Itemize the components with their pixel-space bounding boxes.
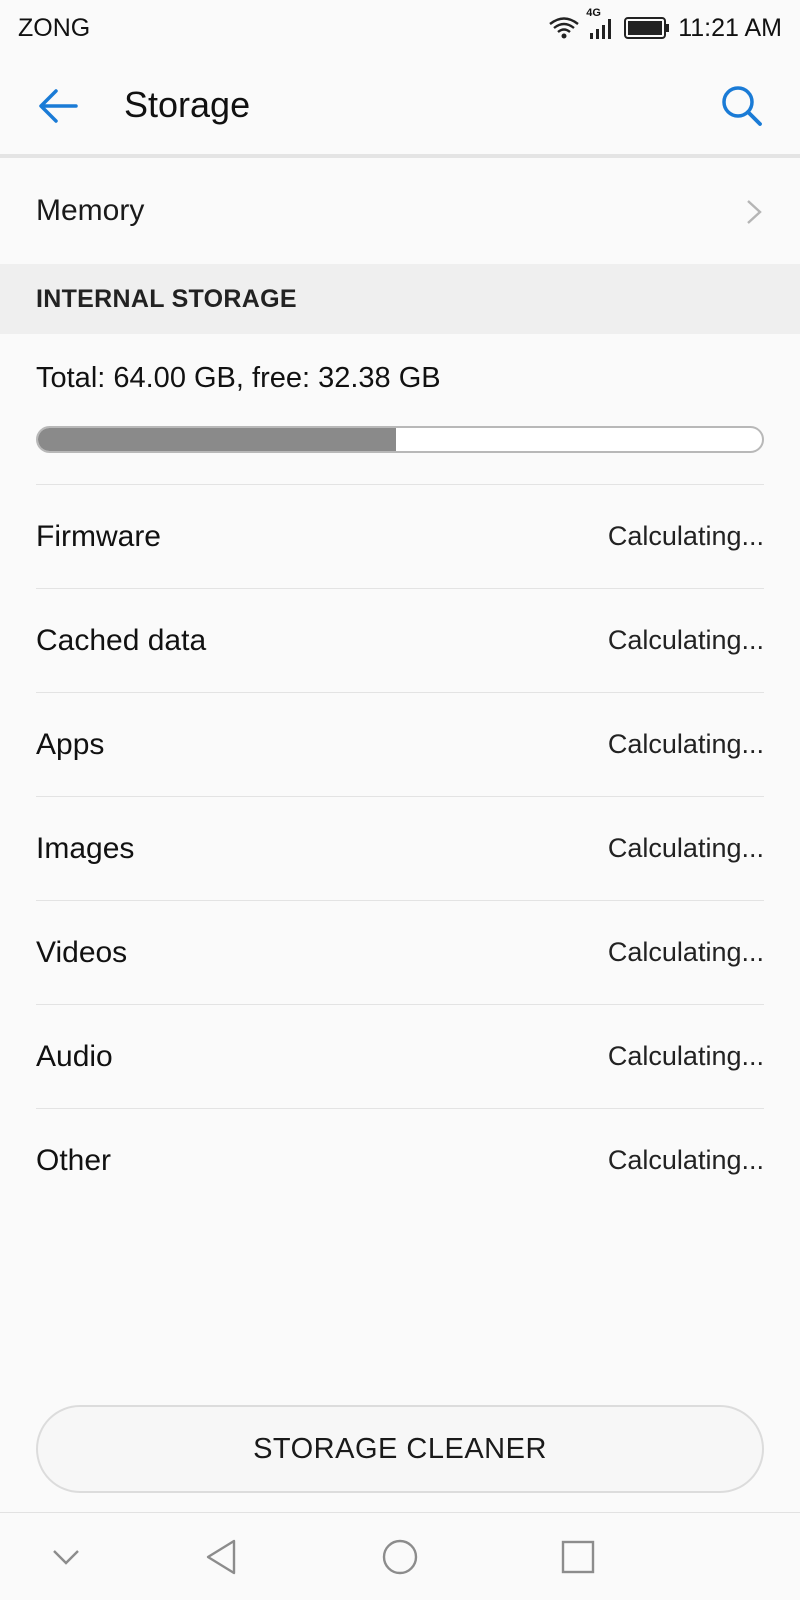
cell-signal-icon: 4G — [586, 7, 616, 41]
wifi-icon — [548, 16, 580, 40]
memory-row[interactable]: Memory — [0, 158, 800, 264]
storage-category-row[interactable]: Other Calculating... — [36, 1108, 764, 1212]
storage-category-row[interactable]: Images Calculating... — [36, 796, 764, 900]
back-button[interactable] — [36, 83, 82, 129]
page-title: Storage — [124, 84, 251, 125]
search-button[interactable] — [718, 82, 764, 128]
category-label: Audio — [36, 1039, 113, 1073]
chevron-right-icon — [747, 200, 762, 224]
category-label: Cached data — [36, 623, 207, 657]
storage-category-row[interactable]: Apps Calculating... — [36, 692, 764, 796]
storage-cleaner-button[interactable]: STORAGE CLEANER — [36, 1405, 764, 1493]
category-size: Calculating... — [607, 833, 764, 863]
category-size: Calculating... — [607, 729, 764, 759]
category-size: Calculating... — [607, 1041, 764, 1071]
memory-label: Memory — [36, 194, 145, 227]
category-size: Calculating... — [607, 937, 764, 967]
search-icon — [722, 86, 762, 126]
network-type-label: 4G — [586, 7, 601, 19]
status-bar: ZONG 4G 11:21 AM — [0, 0, 800, 56]
carrier-name: ZONG — [18, 13, 91, 42]
back-triangle-icon[interactable] — [200, 1535, 244, 1579]
storage-category-row[interactable]: Videos Calculating... — [36, 900, 764, 1004]
chevron-down-icon[interactable] — [44, 1535, 88, 1579]
category-size: Calculating... — [607, 1145, 764, 1175]
storage-category-list: Firmware Calculating... Cached data Calcula… — [36, 484, 764, 1212]
category-label: Firmware — [36, 519, 161, 553]
section-header-internal-storage: INTERNAL STORAGE — [0, 264, 800, 334]
clock: 11:21 AM — [678, 13, 782, 42]
category-size: Calculating... — [607, 521, 764, 551]
home-circle-icon[interactable] — [378, 1535, 422, 1579]
storage-category-row[interactable]: Audio Calculating... — [36, 1004, 764, 1108]
arrow-left-icon — [39, 89, 78, 123]
category-label: Other — [36, 1143, 112, 1177]
status-icons: 4G 11:21 AM — [548, 7, 782, 43]
storage-usage-bar — [36, 426, 764, 453]
storage-total-text: Total: 64.00 GB, free: 32.38 GB — [36, 362, 441, 394]
app-bar: Storage — [0, 56, 800, 154]
category-label: Apps — [36, 727, 105, 761]
battery-icon — [624, 16, 670, 40]
recents-square-icon[interactable] — [556, 1535, 600, 1579]
storage-usage-fill — [38, 428, 396, 451]
category-label: Videos — [36, 935, 128, 969]
category-label: Images — [36, 831, 135, 865]
storage-category-row[interactable]: Cached data Calculating... — [36, 588, 764, 692]
storage-category-row[interactable]: Firmware Calculating... — [36, 484, 764, 588]
category-size: Calculating... — [607, 625, 764, 655]
navigation-bar — [0, 1512, 800, 1600]
